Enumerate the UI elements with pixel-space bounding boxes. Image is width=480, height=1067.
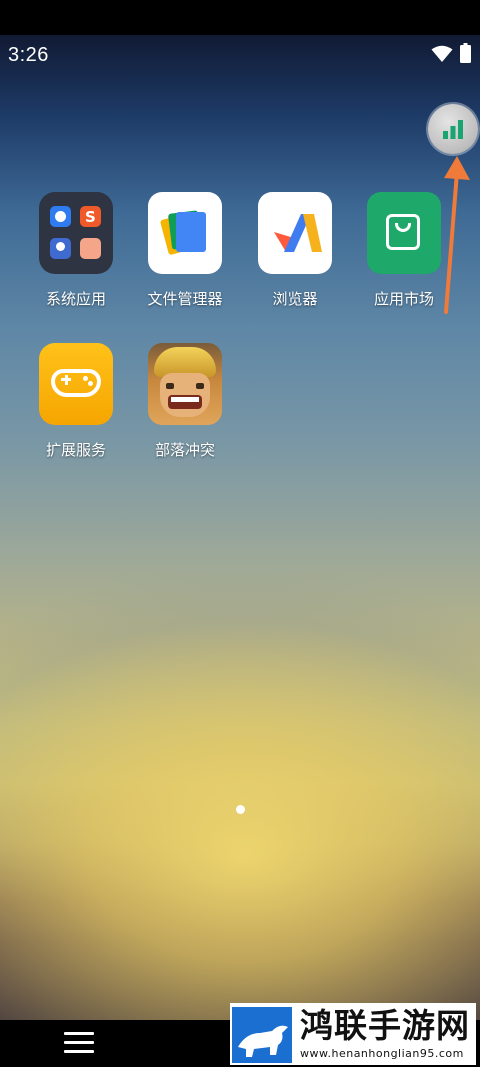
page-indicator-dot <box>236 805 245 814</box>
watermark-url: www.henanhonglian95.com <box>300 1047 464 1060</box>
app-system-apps[interactable]: S 系统应用 <box>21 192 131 309</box>
watermark-banner: 鸿联手游网 www.henanhonglian95.com <box>230 1003 476 1065</box>
app-browser[interactable]: 浏览器 <box>240 192 350 309</box>
wifi-icon <box>431 45 453 62</box>
bull-logo-icon <box>238 1025 288 1057</box>
app-file-manager[interactable]: 文件管理器 <box>130 192 240 309</box>
watermark-title: 鸿联手游网 <box>300 1006 470 1045</box>
watermark-logo <box>232 1007 292 1063</box>
status-time: 3:26 <box>8 44 49 66</box>
browser-logo <box>274 214 322 252</box>
app-extension-service[interactable]: 扩展服务 <box>21 343 131 460</box>
floating-assistant-ball[interactable] <box>428 104 478 154</box>
browser-icon <box>258 192 332 274</box>
gamepad-icon <box>39 343 113 425</box>
app-label: 文件管理器 <box>147 290 223 308</box>
files-icon <box>148 192 222 274</box>
battery-icon <box>460 43 471 63</box>
app-store-icon <box>367 192 441 274</box>
app-label: 应用市场 <box>373 290 434 308</box>
app-label: 扩展服务 <box>45 441 106 459</box>
folder-icon: S <box>39 192 113 274</box>
clash-of-clans-icon <box>148 343 222 425</box>
menu-icon[interactable] <box>64 1032 94 1056</box>
signal-bars-icon <box>443 120 463 139</box>
app-label: 浏览器 <box>272 290 318 308</box>
top-black-bar <box>0 0 480 35</box>
home-screen-wallpaper <box>0 35 480 1020</box>
app-label: 部落冲突 <box>154 441 215 459</box>
app-app-store[interactable]: 应用市场 <box>349 192 459 309</box>
app-label: 系统应用 <box>45 290 106 308</box>
app-clash-of-clans[interactable]: 部落冲突 <box>130 343 240 460</box>
